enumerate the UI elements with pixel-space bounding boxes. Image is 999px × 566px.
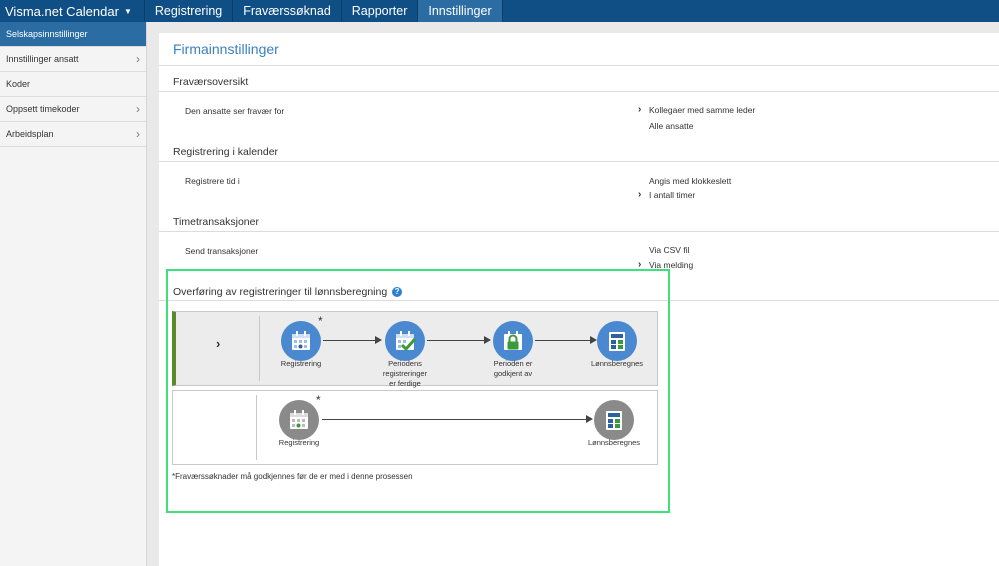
divider bbox=[259, 316, 260, 381]
chevron-right-icon: › bbox=[638, 259, 642, 270]
step-label: Periodens registreringer er ferdige bbox=[365, 359, 445, 389]
sidebar-item-label: Innstillinger ansatt bbox=[6, 54, 79, 64]
help-icon[interactable]: ? bbox=[392, 287, 403, 297]
calculator-icon bbox=[597, 321, 637, 361]
option-csv-fil[interactable]: Via CSV fil bbox=[649, 245, 689, 255]
chevron-right-icon: › bbox=[216, 336, 221, 351]
divider bbox=[256, 395, 257, 460]
tab-fravaerssoknad[interactable]: Fraværssøknad bbox=[233, 0, 342, 22]
app-title: Visma.net Calendar bbox=[5, 3, 119, 19]
main-content: Firmainnstillinger Fraværsoversikt Den a… bbox=[159, 33, 999, 566]
app-menu-button[interactable]: Visma.net Calendar ▼ bbox=[0, 0, 145, 22]
sidebar-item-innstillinger-ansatt[interactable]: Innstillinger ansatt › bbox=[0, 47, 146, 72]
step-label: Lønnsberegnes bbox=[590, 359, 644, 368]
section-heading-timetransaksjoner: Timetransaksjoner bbox=[173, 216, 259, 228]
top-navigation-bar: Visma.net Calendar ▼ Registrering Fravær… bbox=[0, 0, 999, 22]
chevron-down-icon: ▼ bbox=[123, 6, 132, 16]
arrow-connector bbox=[323, 340, 376, 341]
chevron-right-icon: › bbox=[638, 104, 642, 115]
option-antall-timer[interactable]: I antall timer bbox=[649, 190, 695, 200]
calendar-icon bbox=[281, 321, 321, 361]
option-alle-ansatte[interactable]: Alle ansatte bbox=[649, 121, 693, 131]
setting-label-registrering: Registrere tid i bbox=[185, 176, 240, 186]
divider bbox=[159, 231, 999, 232]
divider bbox=[159, 65, 999, 66]
divider bbox=[159, 300, 999, 301]
chevron-right-icon: › bbox=[136, 102, 140, 116]
step-label-line: godkjent av bbox=[493, 369, 533, 378]
step-label: Lønnsberegnes bbox=[587, 438, 641, 447]
sidebar-item-label: Oppsett timekoder bbox=[6, 104, 80, 114]
step-label-line: Perioden er bbox=[493, 359, 533, 368]
option-klokkeslett[interactable]: Angis med klokkeslett bbox=[649, 176, 731, 186]
calendar-icon bbox=[279, 400, 319, 440]
page-title: Firmainnstillinger bbox=[173, 41, 279, 57]
flow-option-direct[interactable]: * Registrering Lønnsberegnes bbox=[172, 390, 658, 465]
sidebar-item-label: Selskapsinnstillinger bbox=[6, 29, 88, 39]
arrow-right-icon bbox=[586, 415, 593, 423]
option-via-melding[interactable]: Via melding bbox=[649, 260, 693, 270]
asterisk-marker: * bbox=[316, 393, 321, 407]
divider bbox=[159, 91, 999, 92]
chevron-right-icon: › bbox=[136, 52, 140, 66]
calendar-check-icon bbox=[385, 321, 425, 361]
step-label: Perioden er godkjent av bbox=[473, 359, 553, 379]
section-heading-fravaersoversikt: Fraværsoversikt bbox=[173, 76, 249, 88]
section-heading-text: Overføring av registreringer til lønnsbe… bbox=[173, 286, 388, 298]
setting-label-transaksjoner: Send transaksjoner bbox=[185, 246, 259, 256]
chevron-right-icon: › bbox=[638, 189, 642, 200]
footnote: *Fraværssøknader må godkjennes før de er… bbox=[172, 472, 413, 481]
tab-innstillinger[interactable]: Innstillinger bbox=[418, 0, 503, 22]
arrow-right-icon bbox=[375, 336, 382, 344]
arrow-connector bbox=[427, 340, 485, 341]
arrow-connector bbox=[322, 419, 587, 420]
divider bbox=[159, 161, 999, 162]
step-label: Registrering bbox=[280, 359, 322, 368]
sidebar-item-label: Koder bbox=[6, 79, 31, 89]
asterisk-marker: * bbox=[318, 314, 323, 328]
sidebar-item-arbeidsplan[interactable]: Arbeidsplan › bbox=[0, 122, 146, 147]
flow-option-full-approval[interactable]: › * Registrering Periodens registreringe… bbox=[172, 311, 658, 389]
sidebar-item-selskapsinnstillinger[interactable]: Selskapsinnstillinger bbox=[0, 22, 146, 47]
setting-label-fravaer: Den ansatte ser fravær for bbox=[185, 106, 285, 116]
sidebar-item-koder[interactable]: Koder bbox=[0, 72, 146, 97]
sidebar-item-label: Arbeidsplan bbox=[6, 129, 54, 139]
section-heading-overforing: Overføring av registreringer til lønnsbe… bbox=[173, 286, 403, 298]
tab-rapporter[interactable]: Rapporter bbox=[342, 0, 419, 22]
calculator-icon bbox=[594, 400, 634, 440]
chevron-right-icon: › bbox=[136, 127, 140, 141]
sidebar: Selskapsinnstillinger Innstillinger ansa… bbox=[0, 22, 147, 566]
arrow-right-icon bbox=[484, 336, 491, 344]
sidebar-item-oppsett-timekoder[interactable]: Oppsett timekoder › bbox=[0, 97, 146, 122]
arrow-right-icon bbox=[590, 336, 597, 344]
option-kollegaer[interactable]: Kollegaer med samme leder bbox=[649, 105, 755, 115]
tab-registrering[interactable]: Registrering bbox=[145, 0, 234, 22]
arrow-connector bbox=[535, 340, 591, 341]
section-heading-registrering: Registrering i kalender bbox=[173, 146, 279, 158]
lock-icon bbox=[493, 321, 533, 361]
step-label-line: Periodens registreringer bbox=[382, 359, 428, 378]
step-label: Registrering bbox=[278, 438, 320, 447]
step-label-line: er ferdige bbox=[389, 379, 421, 388]
